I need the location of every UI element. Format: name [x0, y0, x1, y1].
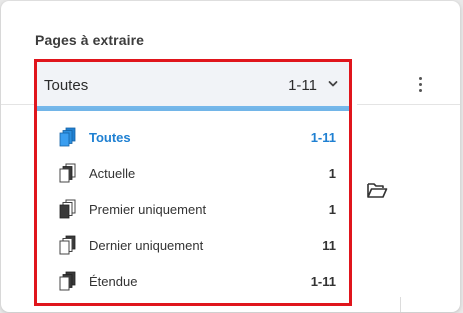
- first-page-icon: [59, 199, 76, 219]
- extract-pages-panel: Pages à extraire Toutes 1-11 Toutes 1-11…: [1, 1, 460, 312]
- section-title: Pages à extraire: [35, 32, 145, 48]
- divider: [357, 104, 460, 105]
- more-vertical-icon[interactable]: [410, 71, 430, 97]
- all-pages-icon: [59, 127, 76, 147]
- divider: [1, 104, 35, 105]
- page-range-icon: [59, 271, 76, 291]
- menu-item-count: 1: [328, 166, 336, 181]
- menu-item-count: 1: [328, 202, 336, 217]
- last-page-icon: [59, 235, 76, 255]
- select-value: 1-11: [288, 77, 317, 94]
- menu-top-line: [37, 108, 349, 111]
- pages-select[interactable]: Toutes 1-11: [37, 62, 349, 108]
- menu-item-dernier[interactable]: Dernier uniquement 11: [37, 228, 349, 264]
- divider: [400, 297, 401, 312]
- menu-item-label: Premier uniquement: [89, 202, 207, 217]
- menu-item-label: Dernier uniquement: [89, 238, 204, 253]
- folder-open-icon[interactable]: [365, 179, 389, 201]
- menu-item-count: 11: [322, 238, 336, 253]
- menu-item-label: Toutes: [89, 130, 131, 145]
- menu-item-count: 1-11: [310, 274, 336, 289]
- current-page-icon: [59, 163, 76, 183]
- chevron-down-icon[interactable]: [327, 78, 339, 90]
- menu-item-toutes[interactable]: Toutes 1-11: [37, 120, 349, 156]
- pages-menu: Toutes 1-11 Actuelle 1 Premier uniquemen…: [37, 120, 349, 300]
- menu-item-label: Étendue: [89, 274, 138, 289]
- menu-item-premier[interactable]: Premier uniquement 1: [37, 192, 349, 228]
- menu-item-label: Actuelle: [89, 166, 136, 181]
- menu-item-count: 1-11: [310, 130, 336, 145]
- menu-item-actuelle[interactable]: Actuelle 1: [37, 156, 349, 192]
- menu-item-etendue[interactable]: Étendue 1-11: [37, 264, 349, 300]
- pages-dropdown: Toutes 1-11 Toutes 1-11 Actuelle 1 Premi…: [34, 59, 352, 306]
- select-label: Toutes: [44, 77, 89, 94]
